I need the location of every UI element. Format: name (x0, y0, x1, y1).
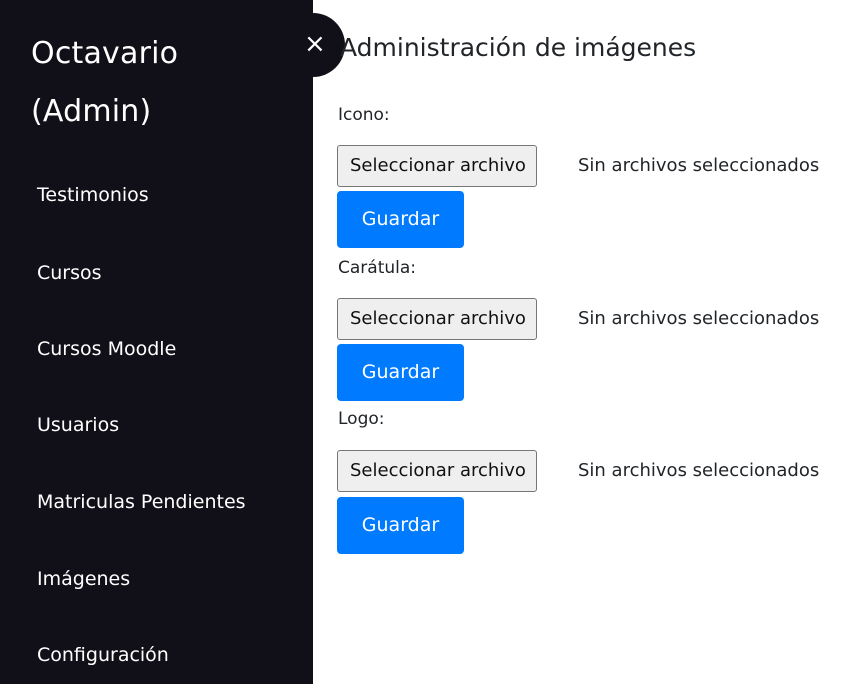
brand-title: Octavario (Admin) (31, 25, 291, 141)
choose-file-button-icono[interactable]: Seleccionar archivo (337, 145, 537, 187)
file-status-icono: Sin archivos seleccionados (578, 155, 820, 176)
save-button-logo[interactable]: Guardar (337, 497, 464, 554)
page-title: Administración de imágenes (340, 33, 697, 62)
save-button-caratula[interactable]: Guardar (337, 344, 464, 401)
brand-name: Octavario (31, 36, 179, 71)
field-label-logo: Logo: (338, 409, 385, 429)
sidebar-item-cursos-moodle[interactable]: Cursos Moodle (37, 337, 176, 361)
sidebar-item-configuracion[interactable]: Configuración (37, 643, 169, 667)
field-label-caratula: Carátula: (338, 258, 417, 278)
choose-file-button-logo[interactable]: Seleccionar archivo (337, 450, 537, 492)
sidebar-item-imagenes[interactable]: Imágenes (37, 567, 130, 591)
file-status-logo: Sin archivos seleccionados (578, 460, 820, 481)
choose-file-button-caratula[interactable]: Seleccionar archivo (337, 298, 537, 340)
brand-role: (Admin) (31, 94, 152, 129)
sidebar: Octavario (Admin) Testimonios Cursos Cur… (0, 0, 313, 684)
sidebar-item-testimonios[interactable]: Testimonios (37, 183, 149, 207)
sidebar-item-matriculas-pendientes[interactable]: Matriculas Pendientes (37, 490, 246, 514)
file-status-caratula: Sin archivos seleccionados (578, 308, 820, 329)
close-sidebar-button[interactable]: × (281, 13, 345, 77)
sidebar-item-cursos[interactable]: Cursos (37, 261, 102, 285)
field-label-icono: Icono: (338, 105, 390, 125)
sidebar-item-usuarios[interactable]: Usuarios (37, 413, 119, 437)
save-button-icono[interactable]: Guardar (337, 191, 464, 248)
close-icon: × (304, 29, 326, 59)
